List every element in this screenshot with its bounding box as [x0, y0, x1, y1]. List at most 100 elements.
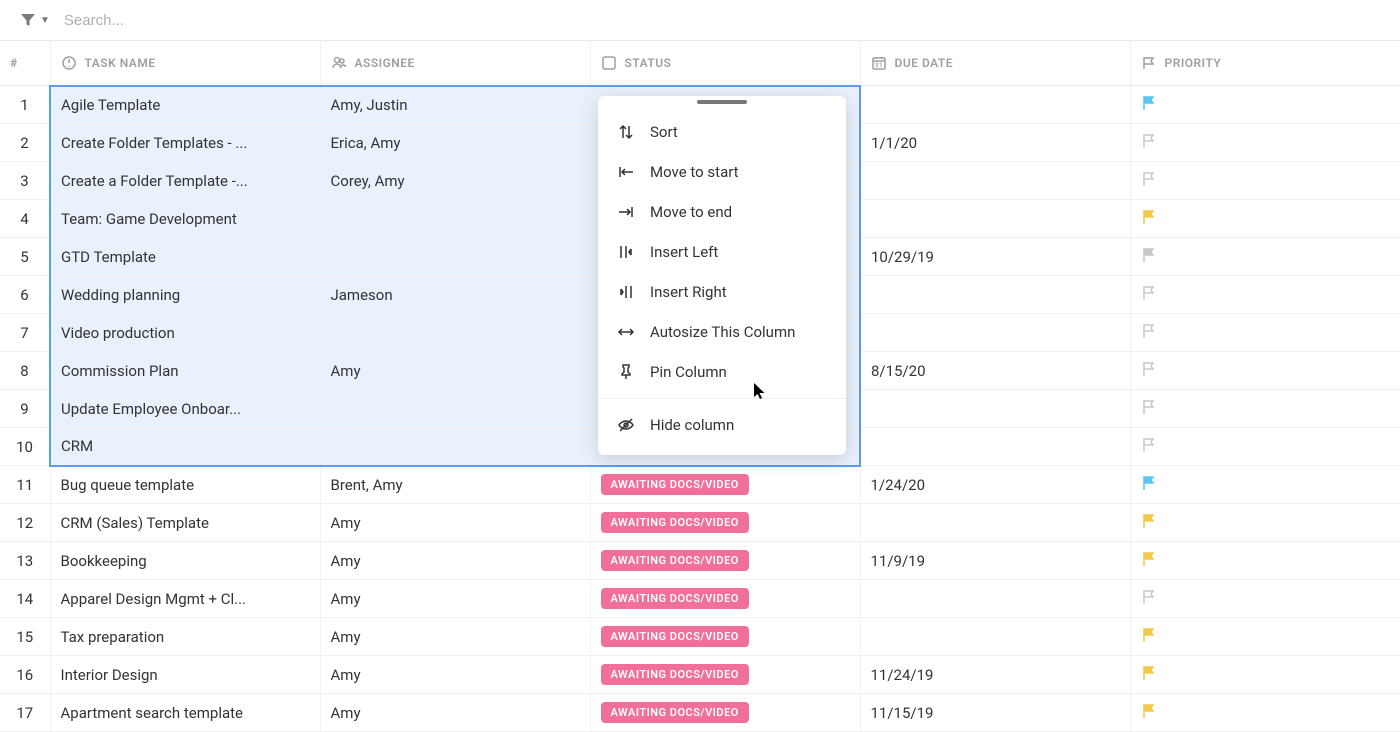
cell-task[interactable]: Tax preparation: [50, 618, 320, 656]
cell-status[interactable]: AWAITING DOCS/VIDEO: [590, 466, 860, 504]
cell-priority[interactable]: [1130, 276, 1400, 314]
cell-due[interactable]: [860, 314, 1130, 352]
cell-due[interactable]: 8/15/20: [860, 352, 1130, 390]
cell-status[interactable]: AWAITING DOCS/VIDEO: [590, 656, 860, 694]
cell-priority[interactable]: [1130, 352, 1400, 390]
cell-priority[interactable]: [1130, 618, 1400, 656]
cell-due[interactable]: 11/15/19: [860, 694, 1130, 732]
cell-priority[interactable]: [1130, 238, 1400, 276]
cell-priority[interactable]: [1130, 162, 1400, 200]
cell-due[interactable]: 11/24/19: [860, 656, 1130, 694]
cell-task[interactable]: Commission Plan: [50, 352, 320, 390]
cell-priority[interactable]: [1130, 580, 1400, 618]
cell-assignee[interactable]: [320, 390, 590, 428]
cell-status[interactable]: AWAITING DOCS/VIDEO: [590, 504, 860, 542]
menu-sort[interactable]: Sort: [598, 112, 846, 152]
cell-priority[interactable]: [1130, 466, 1400, 504]
cell-task[interactable]: Agile Template: [50, 86, 320, 124]
cell-assignee[interactable]: Amy: [320, 352, 590, 390]
table-row[interactable]: 14Apparel Design Mgmt + Cl...AmyAWAITING…: [0, 580, 1400, 618]
cell-priority[interactable]: [1130, 694, 1400, 732]
cell-due[interactable]: [860, 618, 1130, 656]
cell-assignee[interactable]: Amy: [320, 542, 590, 580]
drag-handle-icon[interactable]: [697, 100, 747, 104]
cell-priority[interactable]: [1130, 542, 1400, 580]
cell-task[interactable]: Create Folder Templates - ...: [50, 124, 320, 162]
cell-due[interactable]: 1/1/20: [860, 124, 1130, 162]
menu-insert-right[interactable]: Insert Right: [598, 272, 846, 312]
filter-button[interactable]: ▼: [20, 12, 50, 28]
header-row-num[interactable]: #: [0, 41, 50, 86]
cell-assignee[interactable]: [320, 314, 590, 352]
table-row[interactable]: 16Interior DesignAmyAWAITING DOCS/VIDEO1…: [0, 656, 1400, 694]
menu-insert-left[interactable]: Insert Left: [598, 232, 846, 272]
cell-assignee[interactable]: Jameson: [320, 276, 590, 314]
cell-assignee[interactable]: Erica, Amy: [320, 124, 590, 162]
cell-task[interactable]: Video production: [50, 314, 320, 352]
menu-move-start[interactable]: Move to start: [598, 152, 846, 192]
cell-due[interactable]: 10/29/19: [860, 238, 1130, 276]
cell-priority[interactable]: [1130, 428, 1400, 466]
cell-assignee[interactable]: Amy: [320, 504, 590, 542]
cell-task[interactable]: Apartment search template: [50, 694, 320, 732]
cell-task[interactable]: Wedding planning: [50, 276, 320, 314]
cell-task[interactable]: CRM (Sales) Template: [50, 504, 320, 542]
cell-task[interactable]: Apparel Design Mgmt + Cl...: [50, 580, 320, 618]
cell-priority[interactable]: [1130, 200, 1400, 238]
cell-status[interactable]: AWAITING DOCS/VIDEO: [590, 580, 860, 618]
cell-priority[interactable]: [1130, 504, 1400, 542]
cell-assignee[interactable]: Amy: [320, 656, 590, 694]
table-row[interactable]: 11Bug queue templateBrent, AmyAWAITING D…: [0, 466, 1400, 504]
cell-task[interactable]: Bookkeeping: [50, 542, 320, 580]
menu-pin[interactable]: Pin Column: [598, 352, 846, 392]
menu-hide[interactable]: Hide column: [598, 405, 846, 445]
priority-flag-icon: [1141, 664, 1157, 682]
cell-due[interactable]: [860, 504, 1130, 542]
cell-status[interactable]: AWAITING DOCS/VIDEO: [590, 542, 860, 580]
cell-due[interactable]: [860, 390, 1130, 428]
cell-task[interactable]: CRM: [50, 428, 320, 466]
menu-autosize[interactable]: Autosize This Column: [598, 312, 846, 352]
cell-due[interactable]: 1/24/20: [860, 466, 1130, 504]
cell-status[interactable]: AWAITING DOCS/VIDEO: [590, 694, 860, 732]
cell-assignee[interactable]: Brent, Amy: [320, 466, 590, 504]
cell-priority[interactable]: [1130, 656, 1400, 694]
table-row[interactable]: 17Apartment search templateAmyAWAITING D…: [0, 694, 1400, 732]
cell-task[interactable]: Bug queue template: [50, 466, 320, 504]
cell-assignee[interactable]: Amy: [320, 618, 590, 656]
menu-move-end[interactable]: Move to end: [598, 192, 846, 232]
cell-due[interactable]: 11/9/19: [860, 542, 1130, 580]
cell-assignee[interactable]: Amy, Justin: [320, 86, 590, 124]
search-input[interactable]: [60, 8, 1380, 33]
table-row[interactable]: 15Tax preparationAmyAWAITING DOCS/VIDEO: [0, 618, 1400, 656]
header-status[interactable]: STATUS: [590, 41, 860, 86]
header-priority[interactable]: PRIORITY: [1130, 41, 1400, 86]
cell-priority[interactable]: [1130, 86, 1400, 124]
cell-task[interactable]: Create a Folder Template -...: [50, 162, 320, 200]
header-due[interactable]: 31 DUE DATE: [860, 41, 1130, 86]
cell-task[interactable]: Update Employee Onboar...: [50, 390, 320, 428]
cell-assignee[interactable]: Corey, Amy: [320, 162, 590, 200]
cell-due[interactable]: [860, 200, 1130, 238]
cell-priority[interactable]: [1130, 314, 1400, 352]
cell-assignee[interactable]: Amy: [320, 580, 590, 618]
cell-assignee[interactable]: [320, 200, 590, 238]
header-assignee[interactable]: ASSIGNEE: [320, 41, 590, 86]
cell-task[interactable]: GTD Template: [50, 238, 320, 276]
cell-due[interactable]: [860, 580, 1130, 618]
cell-task[interactable]: Team: Game Development: [50, 200, 320, 238]
cell-due[interactable]: [860, 86, 1130, 124]
cell-due[interactable]: [860, 162, 1130, 200]
cell-task[interactable]: Interior Design: [50, 656, 320, 694]
cell-assignee[interactable]: [320, 238, 590, 276]
cell-assignee[interactable]: Amy: [320, 694, 590, 732]
header-task[interactable]: TASK NAME: [50, 41, 320, 86]
cell-assignee[interactable]: [320, 428, 590, 466]
table-row[interactable]: 12CRM (Sales) TemplateAmyAWAITING DOCS/V…: [0, 504, 1400, 542]
cell-priority[interactable]: [1130, 124, 1400, 162]
cell-priority[interactable]: [1130, 390, 1400, 428]
cell-status[interactable]: AWAITING DOCS/VIDEO: [590, 618, 860, 656]
cell-due[interactable]: [860, 276, 1130, 314]
table-row[interactable]: 13BookkeepingAmyAWAITING DOCS/VIDEO11/9/…: [0, 542, 1400, 580]
cell-due[interactable]: [860, 428, 1130, 466]
